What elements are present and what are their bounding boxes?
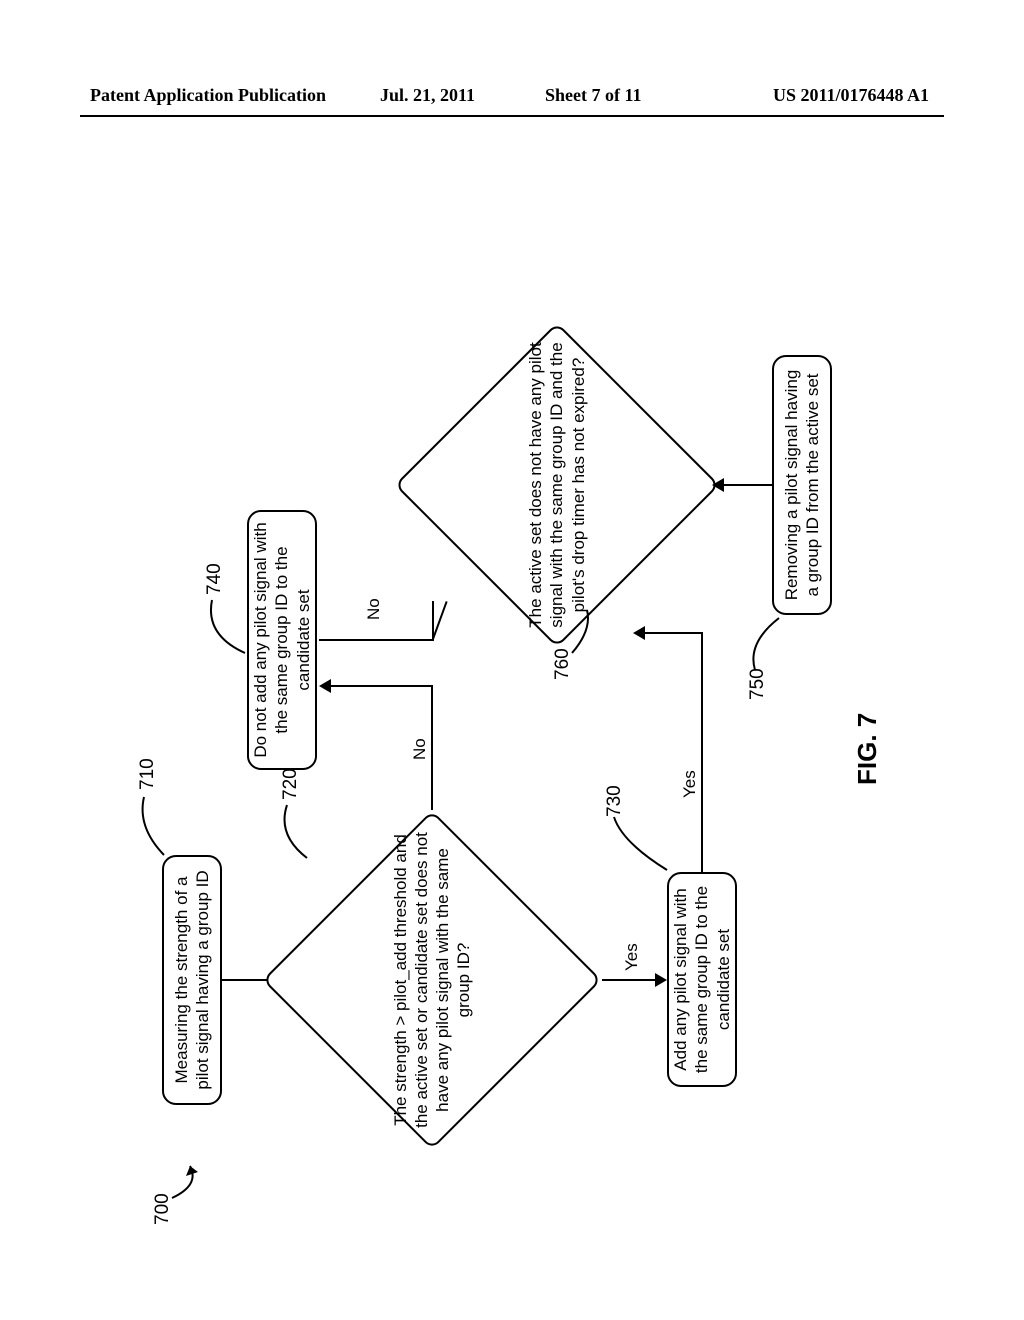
arrow-750-760-head: [712, 478, 724, 492]
ref-720-leader: [277, 790, 317, 860]
step-720-text: The strength > pilot_add threshold and t…: [390, 830, 475, 1130]
step-730-text: Add any pilot signal with the same group…: [670, 884, 734, 1075]
edge-720-no: No: [410, 736, 430, 762]
step-710-text: Measuring the strength of a pilot signal…: [171, 867, 214, 1093]
arrow-730-760-h: [701, 632, 703, 872]
figure-7: 700 Measuring the strength of a pilot si…: [132, 205, 892, 1255]
edge-760-no: No: [364, 596, 384, 622]
step-730-box: Add any pilot signal with the same group…: [667, 872, 737, 1087]
ref-720: 720: [280, 768, 302, 800]
page-header: Patent Application Publication Jul. 21, …: [0, 85, 1024, 115]
arrow-730-760-head: [633, 626, 645, 640]
figure-caption: FIG. 7: [852, 713, 883, 785]
header-pubno: US 2011/0176448 A1: [773, 85, 929, 106]
arrow-760-740-c: [393, 639, 433, 641]
ref-710: 710: [137, 758, 159, 790]
arrow-720-740-h: [431, 685, 433, 810]
header-sheet: Sheet 7 of 11: [545, 85, 642, 106]
ref-730: 730: [604, 785, 626, 817]
arrow-760-740-b: [319, 639, 395, 641]
ref-740-leader: [200, 585, 250, 655]
ref-700-leader: [170, 1160, 210, 1200]
arrow-730-760-v: [643, 632, 703, 634]
step-750-text: Removing a pilot signal having a group I…: [781, 367, 824, 603]
edge-760-yes: Yes: [680, 768, 700, 800]
step-740-box: Do not add any pilot signal with the sam…: [247, 510, 317, 770]
step-720-label: The strength > pilot_add threshold and t…: [377, 830, 487, 1130]
arrow-720-740-head: [319, 679, 331, 693]
edge-720-yes: Yes: [622, 941, 642, 973]
step-760-text: The active set does not have any pilot s…: [525, 340, 589, 630]
ref-760-leader: [562, 605, 602, 655]
header-left: Patent Application Publication: [90, 85, 326, 106]
step-750-box: Removing a pilot signal having a group I…: [772, 355, 832, 615]
ref-750-leader: [747, 613, 797, 673]
arrow-750-760: [722, 484, 772, 486]
arrow-720-730-head: [655, 973, 667, 987]
ref-730-leader: [612, 812, 670, 872]
header-date: Jul. 21, 2011: [380, 85, 475, 106]
arrow-720-740-v: [329, 685, 433, 687]
arrow-720-730: [602, 979, 657, 981]
step-740-text: Do not add any pilot signal with the sam…: [250, 522, 314, 758]
step-760-label: The active set does not have any pilot s…: [502, 340, 612, 630]
arrow-760-740-d: [432, 601, 448, 639]
header-rule: [80, 115, 944, 117]
ref-740: 740: [204, 563, 226, 595]
step-710-box: Measuring the strength of a pilot signal…: [162, 855, 222, 1105]
ref-750: 750: [747, 668, 769, 700]
